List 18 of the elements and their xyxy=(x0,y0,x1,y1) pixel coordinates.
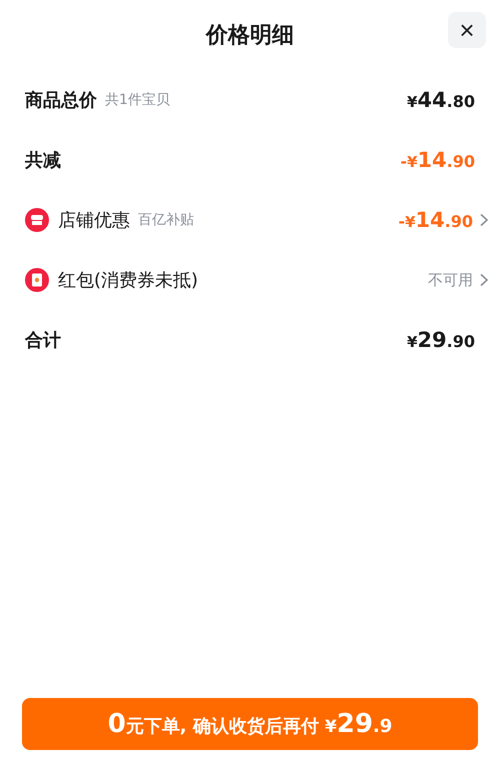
row-label: 店铺优惠 xyxy=(58,209,130,232)
row-label: 红包(消费券未抵) xyxy=(58,269,198,292)
chevron-right-icon[interactable] xyxy=(479,213,489,227)
price: ¥29.90 xyxy=(406,328,475,352)
row-label: 商品总价 xyxy=(25,89,97,112)
envelope-icon xyxy=(25,268,49,292)
row-label: 共减 xyxy=(25,149,61,172)
row-note: 百亿补贴 xyxy=(138,211,194,229)
price: ¥44.80 xyxy=(406,88,475,112)
price: -¥14.90 xyxy=(398,208,473,232)
dialog-title: 价格明细 xyxy=(206,22,294,50)
price: -¥14.90 xyxy=(400,148,475,172)
chevron-right-icon[interactable] xyxy=(479,273,489,287)
close-button[interactable]: × xyxy=(448,12,486,48)
shop-icon xyxy=(25,208,49,232)
row-value: 不可用 xyxy=(428,270,473,290)
row-label: 合计 xyxy=(25,329,61,352)
row-note: 共1件宝贝 xyxy=(105,91,170,109)
